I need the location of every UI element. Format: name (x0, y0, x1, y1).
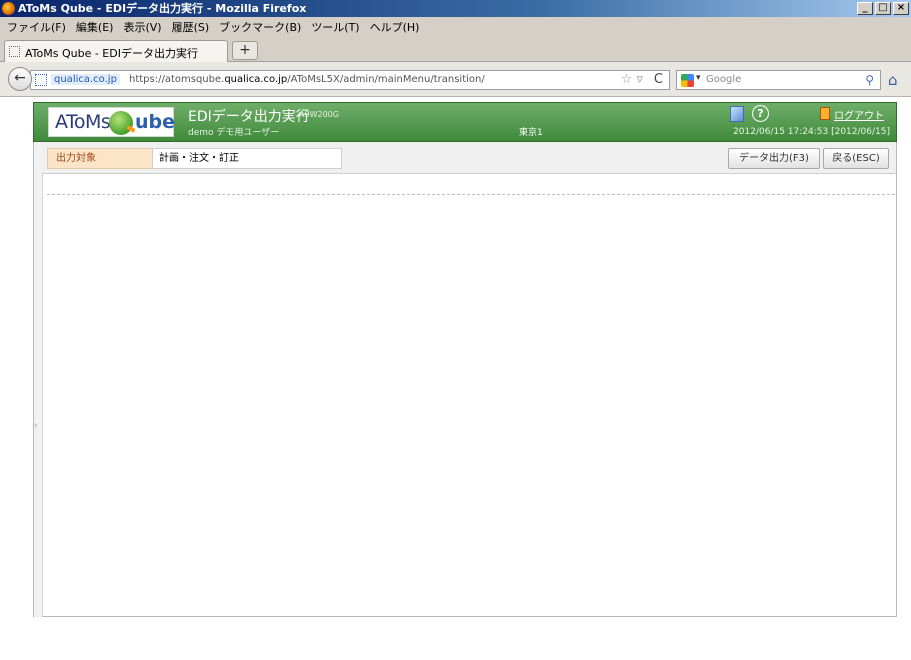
site-identity[interactable]: qualica.co.jp (51, 74, 120, 85)
menu-bar: ファイル(F) 編集(E) 表示(V) 履歴(S) ブックマーク(B) ツール(… (0, 17, 911, 36)
location-label: 東京1 (519, 128, 543, 138)
back-button[interactable]: ← (8, 67, 32, 91)
logo-q-icon (109, 111, 133, 135)
menu-edit[interactable]: 編集(E) (71, 19, 119, 35)
page-icon (9, 46, 20, 57)
expand-arrow-icon[interactable]: › (34, 421, 38, 431)
window-titlebar: AToMs Qube - EDIデータ出力実行 - Mozilla Firefo… (0, 0, 911, 17)
page-content: AToMs ube EDIデータ出力実行 A0W200G demo デモ用ユーザ… (0, 97, 911, 660)
site-identity-icon[interactable] (35, 74, 47, 86)
search-input[interactable]: Google (706, 74, 741, 85)
back-esc-button[interactable]: 戻る(ESC) (823, 148, 889, 169)
logo-text-right: ube (135, 111, 176, 133)
new-tab-button[interactable]: + (232, 41, 258, 60)
bookmark-star-icon[interactable]: ☆ ▿ (621, 72, 643, 87)
menu-history[interactable]: 履歴(S) (167, 19, 215, 35)
navigation-bar: qualica.co.jp https://atomsqube.qualica.… (0, 62, 911, 97)
search-icon[interactable]: ⚲ (865, 73, 874, 87)
output-target-value: 計画・注文・訂正 (152, 148, 342, 169)
url-text[interactable]: https://atomsqube.qualica.co.jp/AToMsL5X… (129, 74, 485, 85)
close-button[interactable]: × (893, 2, 909, 15)
page-title: EDIデータ出力実行 (188, 109, 310, 125)
user-name: demo デモ用ユーザー (188, 128, 280, 138)
minimize-button[interactable]: _ (857, 2, 873, 15)
output-target-label: 出力対象 (47, 148, 153, 169)
menu-file[interactable]: ファイル(F) (2, 19, 71, 35)
help-icon[interactable]: ? (752, 105, 769, 122)
main-panel: 出力対象 計画・注文・訂正 データ出力(F3) 戻る(ESC) (42, 142, 897, 617)
maximize-button[interactable]: □ (875, 2, 891, 15)
menu-help[interactable]: ヘルプ(H) (365, 19, 425, 35)
logout-link[interactable]: ログアウト (834, 107, 884, 122)
search-engine-dropdown-icon[interactable]: ▾ (696, 73, 701, 83)
url-bar[interactable]: qualica.co.jp https://atomsqube.qualica.… (30, 70, 670, 90)
browser-tab[interactable]: AToMs Qube - EDIデータ出力実行 (4, 40, 228, 62)
atoms-qube-logo: AToMs ube (48, 107, 176, 137)
datetime: 2012/06/15 17:24:53 [2012/06/15] (733, 127, 890, 137)
reload-icon[interactable]: C (654, 72, 663, 87)
document-icon[interactable] (730, 106, 744, 122)
menu-bookmarks[interactable]: ブックマーク(B) (214, 19, 306, 35)
tab-strip: AToMs Qube - EDIデータ出力実行 + (0, 36, 911, 62)
menu-view[interactable]: 表示(V) (118, 19, 166, 35)
logo-text-left: AToMs (55, 111, 111, 133)
window-controls: _ □ × (857, 2, 909, 15)
firefox-icon (2, 2, 15, 15)
menu-tools[interactable]: ツール(T) (306, 19, 364, 35)
dashed-divider (47, 194, 895, 195)
logout-icon[interactable] (820, 107, 830, 120)
search-bar[interactable]: ▾ Google ⚲ (676, 70, 881, 90)
toolbar: 出力対象 計画・注文・訂正 データ出力(F3) 戻る(ESC) (42, 142, 896, 174)
screen-code: A0W200G (299, 110, 339, 119)
home-icon[interactable]: ⌂ (888, 71, 898, 89)
window-title: AToMs Qube - EDIデータ出力実行 - Mozilla Firefo… (18, 2, 307, 15)
data-export-button[interactable]: データ出力(F3) (728, 148, 820, 169)
tab-label: AToMs Qube - EDIデータ出力実行 (25, 47, 198, 60)
app-header: AToMs ube EDIデータ出力実行 A0W200G demo デモ用ユーザ… (33, 102, 897, 142)
google-icon[interactable] (681, 74, 694, 87)
